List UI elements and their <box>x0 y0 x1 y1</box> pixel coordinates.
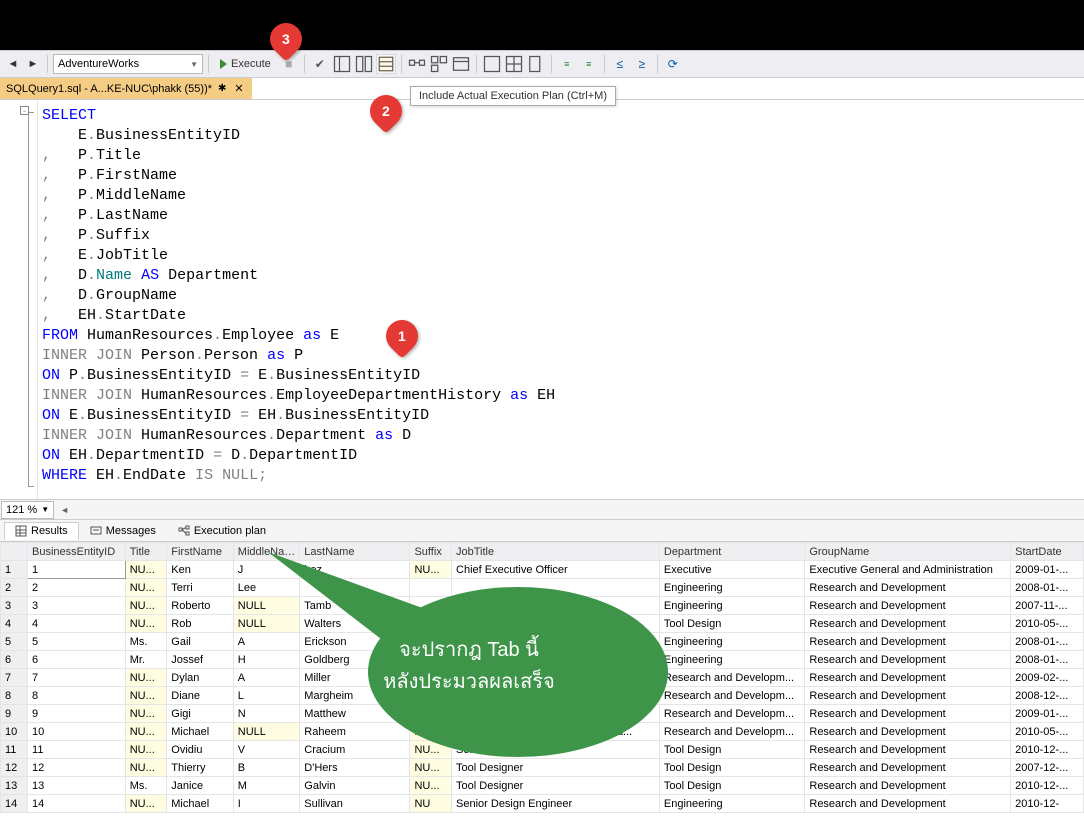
tab-messages[interactable]: Messages <box>79 522 167 540</box>
zoom-row: 121 %▼ ◄ <box>0 500 1084 520</box>
back-icon[interactable]: ◄ <box>4 55 22 73</box>
execute-button[interactable]: Execute <box>214 54 277 74</box>
tab-results[interactable]: Results <box>4 522 79 540</box>
callout-line2: หลังประมวลผลเสร็จ <box>268 666 670 698</box>
column-header[interactable]: FirstName <box>167 543 234 561</box>
unsaved-indicator: ✱ <box>218 83 226 94</box>
results-to-file-button[interactable] <box>526 54 546 74</box>
grid-icon <box>15 525 27 537</box>
results-to-text-button[interactable] <box>482 54 502 74</box>
close-tab-button[interactable]: ✕ <box>232 82 245 95</box>
column-header[interactable]: BusinessEntityID <box>28 543 126 561</box>
decrease-indent-button[interactable]: ≤ <box>610 54 630 74</box>
chevron-down-icon: ▼ <box>190 60 198 69</box>
sql-editor-wrap: - SELECT E.BusinessEntityID , P.Title , … <box>0 100 1084 500</box>
plan-icon <box>178 525 190 537</box>
table-row[interactable]: 1313Ms.JaniceMGalvinNU...Tool DesignerTo… <box>1 777 1084 795</box>
column-header[interactable]: StartDate <box>1011 543 1084 561</box>
fold-toggle[interactable]: - <box>20 106 29 115</box>
table-row[interactable]: 1414NU...MichaelISullivanNUSenior Design… <box>1 795 1084 813</box>
specify-values-button[interactable]: ⟳ <box>663 54 683 74</box>
column-header[interactable]: Department <box>659 543 805 561</box>
messages-icon <box>90 525 102 537</box>
tab-execution-plan[interactable]: Execution plan <box>167 522 277 540</box>
sql-editor[interactable]: SELECT E.BusinessEntityID , P.Title , P.… <box>38 100 1084 499</box>
play-icon <box>220 59 227 69</box>
parse-button[interactable]: ✔ <box>310 54 330 74</box>
database-select[interactable]: AdventureWorks ▼ <box>53 54 203 74</box>
editor-gutter: - <box>0 100 38 499</box>
callout-line1: จะปรากฎ Tab นี้ <box>268 634 670 666</box>
results-to-grid-button[interactable] <box>504 54 524 74</box>
client-stats-button[interactable] <box>429 54 449 74</box>
forward-icon[interactable]: ► <box>24 55 42 73</box>
display-estimated-plan-button[interactable] <box>332 54 352 74</box>
include-actual-plan-button[interactable] <box>376 54 396 74</box>
callout-execution-plan-tab: จะปรากฎ Tab นี้ หลังประมวลผลเสร็จ <box>268 552 670 762</box>
results-tabstrip: Results Messages Execution plan <box>0 520 1084 542</box>
column-header[interactable] <box>1 543 28 561</box>
comment-button[interactable]: ≡ <box>557 54 577 74</box>
sqlcmd-button[interactable] <box>451 54 471 74</box>
document-tab[interactable]: SQLQuery1.sql - A...KE-NUC\phakk (55))* … <box>0 78 252 99</box>
zoom-select[interactable]: 121 %▼ <box>1 501 54 519</box>
column-header[interactable]: Title <box>125 543 167 561</box>
menubar-blackout <box>0 0 1084 50</box>
tooltip-execution-plan: Include Actual Execution Plan (Ctrl+M) <box>410 86 616 106</box>
increase-indent-button[interactable]: ≥ <box>632 54 652 74</box>
uncomment-button[interactable]: ≡ <box>579 54 599 74</box>
query-options-button[interactable] <box>354 54 374 74</box>
live-stats-button[interactable] <box>407 54 427 74</box>
column-header[interactable]: GroupName <box>805 543 1011 561</box>
toolbar: ◄ ► AdventureWorks ▼ Execute ■ ✔ ≡ ≡ ≤ ≥… <box>0 50 1084 78</box>
